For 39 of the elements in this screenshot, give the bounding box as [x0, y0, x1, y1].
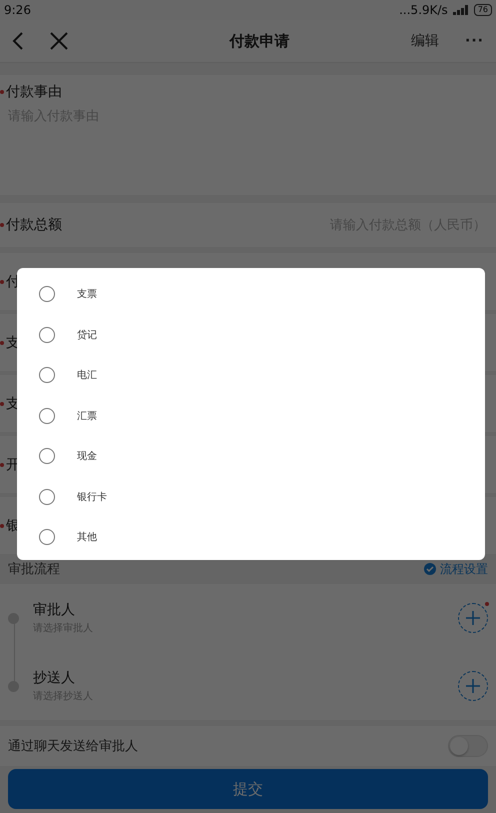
- option-item[interactable]: 银行卡: [17, 476, 485, 517]
- option-label: 其他: [77, 530, 97, 544]
- option-label: 汇票: [77, 410, 97, 423]
- radio-button[interactable]: [39, 408, 55, 424]
- option-label: 电汇: [77, 368, 97, 382]
- add-button[interactable]: [458, 603, 488, 633]
- option-item[interactable]: 电汇: [17, 355, 485, 396]
- page-title: 付款申请: [228, 32, 291, 50]
- radio-button[interactable]: [39, 448, 55, 464]
- toggle-label: 通过聊天发送给审批人: [8, 738, 138, 755]
- option-label: 贷记: [77, 328, 97, 342]
- close-icon[interactable]: [50, 32, 68, 50]
- field-label: 付款事由: [6, 83, 62, 101]
- option-item[interactable]: 现金: [17, 436, 485, 476]
- field-label: 付款总额: [6, 216, 62, 234]
- back-icon[interactable]: [12, 31, 24, 51]
- plus-icon: [465, 610, 481, 626]
- toggle-switch[interactable]: [448, 735, 488, 757]
- radio-button[interactable]: [39, 326, 55, 343]
- check-icon: [424, 563, 436, 575]
- option-item[interactable]: 贷记: [17, 314, 485, 355]
- battery-indicator: 76: [474, 4, 492, 16]
- radio-button[interactable]: [39, 286, 55, 302]
- option-label: 银行卡: [77, 490, 107, 504]
- option-label: 现金: [77, 450, 97, 464]
- option-label: 支票: [77, 288, 97, 302]
- radio-button[interactable]: [39, 367, 55, 384]
- option-item[interactable]: 汇票: [17, 396, 485, 436]
- step-title: 抄送人: [33, 669, 76, 687]
- option-item[interactable]: 支票: [17, 274, 485, 314]
- step-title: 审批人: [33, 601, 76, 619]
- network-speed: ...5.9K/s: [399, 3, 448, 17]
- radio-button[interactable]: [39, 488, 55, 505]
- plus-icon: [465, 678, 481, 694]
- status-time: 9:26: [4, 3, 31, 17]
- option-item[interactable]: 其他: [17, 517, 485, 558]
- section-title: 审批流程: [8, 561, 60, 578]
- signal-icon: [452, 5, 469, 15]
- radio-button[interactable]: [39, 529, 55, 546]
